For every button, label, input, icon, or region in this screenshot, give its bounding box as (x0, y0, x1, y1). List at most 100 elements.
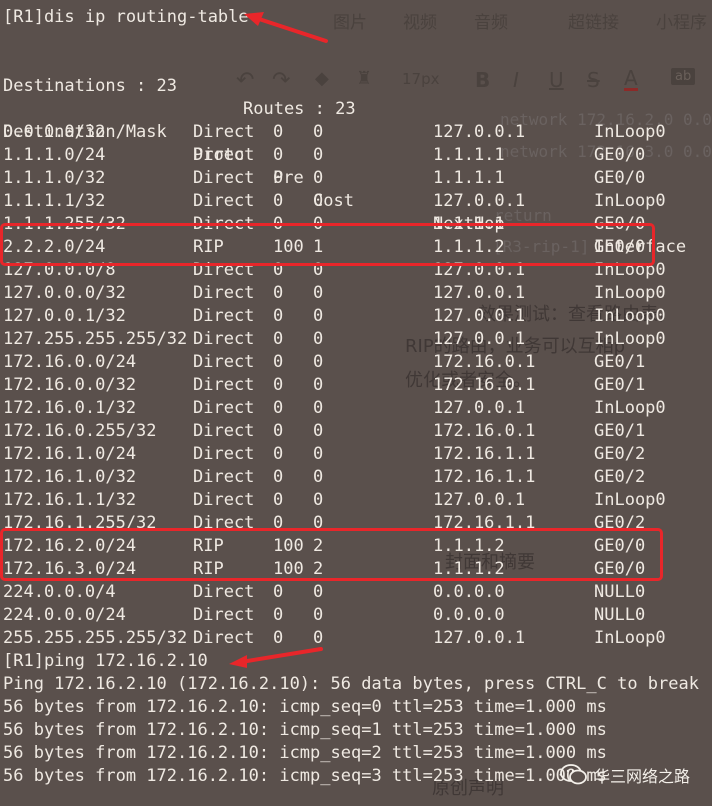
row-destination: 224.0.0.0/4 (3, 582, 116, 602)
row-interface: GE0/0 (594, 168, 646, 188)
row-nexthop: 0.0.0.0 (433, 582, 505, 602)
row-cost: 0 (313, 191, 324, 211)
row-proto: Direct (193, 122, 255, 142)
row-destination: 172.16.0.0/32 (3, 375, 137, 395)
row-cost: 0 (313, 283, 324, 303)
row-nexthop: 127.0.0.1 (433, 329, 526, 349)
row-nexthop: 127.0.0.1 (433, 122, 526, 142)
row-cost: 0 (313, 375, 324, 395)
row-interface: InLoop0 (594, 191, 666, 211)
row-pre: 0 (273, 145, 284, 165)
row-interface: NULL0 (594, 582, 646, 602)
row-proto: Direct (193, 375, 255, 395)
row-proto: Direct (193, 421, 255, 441)
row-pre: 0 (273, 398, 284, 418)
row-cost: 0 (313, 168, 324, 188)
row-proto: Direct (193, 329, 255, 349)
row-destination: 172.16.0.0/24 (3, 352, 137, 372)
row-interface: InLoop0 (594, 283, 666, 303)
row-cost: 0 (313, 421, 324, 441)
row-interface: InLoop0 (594, 398, 666, 418)
ping-header-line: Ping 172.16.2.10 (172.16.2.10): 56 data … (3, 674, 699, 694)
wechat-icon (560, 764, 587, 785)
row-destination: 127.0.0.1/32 (3, 306, 126, 326)
row-nexthop: 0.0.0.0 (433, 605, 505, 625)
routing-table-row: 1.1.1.1/32 Direct 0 0 127.0.0.1 InLoop0 (3, 190, 703, 213)
row-pre: 0 (273, 605, 284, 625)
row-proto: Direct (193, 582, 255, 602)
routing-table-row: 1.1.1.0/32 Direct 0 0 1.1.1.1 GE0/0 (3, 167, 703, 190)
row-nexthop: 127.0.0.1 (433, 628, 526, 648)
row-interface: GE0/2 (594, 467, 646, 487)
row-cost: 0 (313, 398, 324, 418)
row-pre: 0 (273, 444, 284, 464)
row-interface: GE0/1 (594, 375, 646, 395)
arrow-to-ping-command (229, 647, 323, 668)
row-pre: 0 (273, 329, 284, 349)
row-proto: Direct (193, 467, 255, 487)
row-destination: 172.16.1.0/32 (3, 467, 137, 487)
row-proto: Direct (193, 605, 255, 625)
row-pre: 0 (273, 352, 284, 372)
command-display-routing-table: [R1]dis ip routing-table (3, 7, 249, 27)
row-cost: 0 (313, 145, 324, 165)
routing-table-row: 127.0.0.1/32 Direct 0 0 127.0.0.1 InLoop0 (3, 305, 703, 328)
row-nexthop: 127.0.0.1 (433, 306, 526, 326)
row-interface: GE0/0 (594, 145, 646, 165)
row-pre: 0 (273, 191, 284, 211)
row-nexthop: 127.0.0.1 (433, 490, 526, 510)
routing-table-row: 172.16.1.1/32 Direct 0 0 127.0.0.1 InLoop0 (3, 489, 703, 512)
routing-table-row: 0.0.0.0/32 Direct 0 0 127.0.0.1 InLoop0 (3, 121, 703, 144)
destinations-count: Destinations : 23 (3, 76, 177, 96)
row-cost: 0 (313, 605, 324, 625)
row-proto: Direct (193, 145, 255, 165)
row-nexthop: 172.16.1.1 (433, 444, 536, 464)
row-destination: 172.16.0.255/32 (3, 421, 157, 441)
routing-table-row: 172.16.0.255/32 Direct 0 0 172.16.0.1 GE0/1 (3, 420, 703, 443)
row-interface: InLoop0 (594, 306, 666, 326)
row-nexthop: 1.1.1.1 (433, 168, 505, 188)
row-cost: 0 (313, 467, 324, 487)
routing-table-row: 172.16.0.0/32 Direct 0 0 172.16.0.1 GE0/1 (3, 374, 703, 397)
row-interface: InLoop0 (594, 628, 666, 648)
row-cost: 0 (313, 352, 324, 372)
arrow-to-display-command (244, 12, 328, 43)
row-interface: GE0/1 (594, 421, 646, 441)
watermark-text: 华三网络之路 (594, 767, 691, 786)
row-nexthop: 127.0.0.1 (433, 398, 526, 418)
row-pre: 0 (273, 490, 284, 510)
row-destination: 127.0.0.0/32 (3, 283, 126, 303)
row-cost: 0 (313, 122, 324, 142)
row-cost: 0 (313, 444, 324, 464)
routing-table-row: 172.16.0.0/24 Direct 0 0 172.16.0.1 GE0/1 (3, 351, 703, 374)
row-cost: 0 (313, 490, 324, 510)
row-interface: InLoop0 (594, 490, 666, 510)
row-proto: Direct (193, 398, 255, 418)
highlight-rip-routes-172-16 (0, 528, 663, 581)
ping-reply-line: 56 bytes from 172.16.2.10: icmp_seq=0 tt… (3, 697, 607, 717)
row-destination: 172.16.0.1/32 (3, 398, 137, 418)
row-pre: 0 (273, 582, 284, 602)
row-cost: 0 (313, 329, 324, 349)
row-cost: 0 (313, 582, 324, 602)
row-proto: Direct (193, 352, 255, 372)
terminal-output: [R1]dis ip routing-table Destinations : … (0, 0, 712, 806)
watermark-badge: 华三网络之路 (560, 760, 710, 790)
ping-reply-line: 56 bytes from 172.16.2.10: icmp_seq=3 tt… (3, 766, 607, 786)
routing-table-row: 255.255.255.255/32 Direct 0 0 127.0.0.1 InLoo… (3, 627, 703, 650)
row-pre: 0 (273, 306, 284, 326)
ping-reply-line: 56 bytes from 172.16.2.10: icmp_seq=2 tt… (3, 743, 607, 763)
row-interface: GE0/1 (594, 352, 646, 372)
row-destination: 172.16.1.0/24 (3, 444, 137, 464)
row-pre: 0 (273, 283, 284, 303)
row-pre: 0 (273, 421, 284, 441)
routing-table-row: 224.0.0.0/24 Direct 0 0 0.0.0.0 NULL0 (3, 604, 703, 627)
row-pre: 0 (273, 375, 284, 395)
routing-table-row: 172.16.1.0/24 Direct 0 0 172.16.1.1 GE0/2 (3, 443, 703, 466)
command-ping: [R1]ping 172.16.2.10 (3, 651, 208, 671)
row-proto: Direct (193, 306, 255, 326)
row-destination: 172.16.1.1/32 (3, 490, 137, 510)
row-interface: GE0/2 (594, 444, 646, 464)
routing-table-row: 224.0.0.0/4 Direct 0 0 0.0.0.0 NULL0 (3, 581, 703, 604)
row-nexthop: 1.1.1.1 (433, 145, 505, 165)
